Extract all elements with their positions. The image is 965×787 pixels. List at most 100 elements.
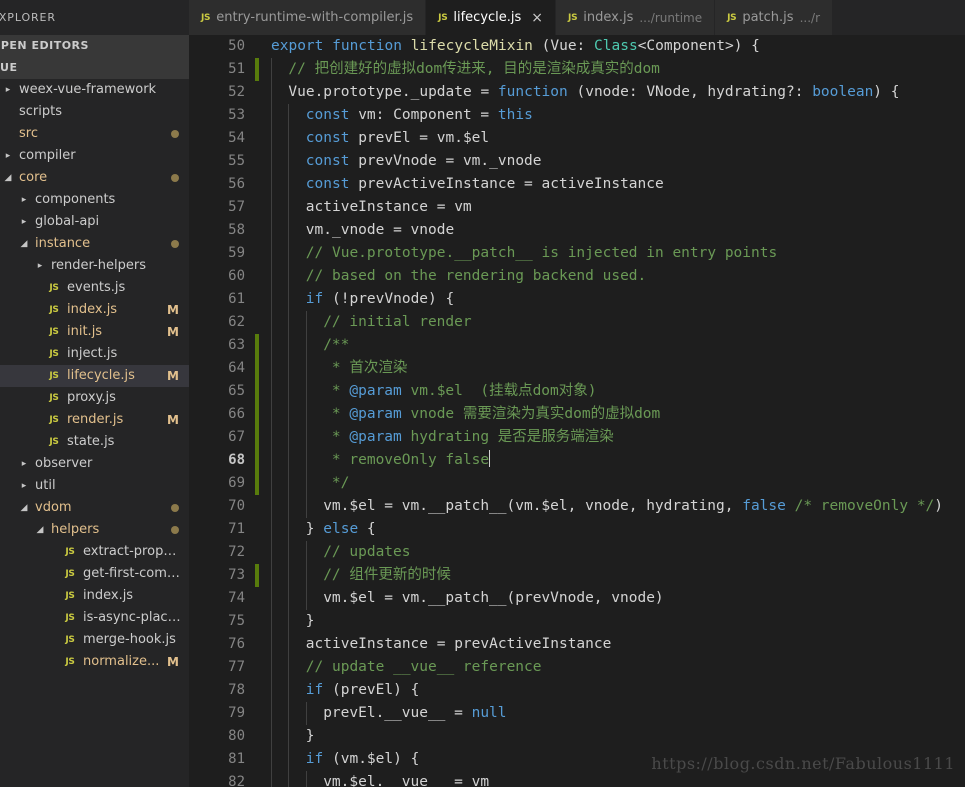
code-line[interactable]: * @param vnode 需要渲染为真实dom的虚拟dom	[271, 403, 965, 426]
token-cmt: */	[323, 475, 350, 491]
tree-item-index-js[interactable]: JS index.js	[0, 585, 189, 607]
tree-item-render-js[interactable]: JS render.js M	[0, 409, 189, 431]
tab-patch-js[interactable]: JS patch.js .../r	[715, 0, 833, 35]
code-line[interactable]: */	[271, 472, 965, 495]
tab-lifecycle-js[interactable]: JS lifecycle.js ×	[426, 0, 557, 35]
code-line[interactable]: activeInstance = vm	[271, 196, 965, 219]
tree-item-inject-js[interactable]: JS inject.js	[0, 343, 189, 365]
tree-item-components[interactable]: ▸ components	[0, 189, 189, 211]
indent-guide	[271, 173, 272, 196]
chevron-down-icon[interactable]: ◢	[18, 233, 30, 255]
code-line[interactable]: vm.$el.__vue__ = vm	[271, 771, 965, 787]
tree-item-extract-props-js[interactable]: JS extract-props.js	[0, 541, 189, 563]
code-line[interactable]: const prevEl = vm.$el	[271, 127, 965, 150]
code-line[interactable]: * 首次渲染	[271, 357, 965, 380]
tree-item-label: scripts	[19, 104, 62, 119]
indent-guide	[288, 173, 290, 196]
code-line[interactable]: export function lifecycleMixin (Vue: Cla…	[271, 35, 965, 58]
tree-item-instance[interactable]: ◢ instance	[0, 233, 189, 255]
section-open-editors[interactable]: OPEN EDITORS	[0, 35, 189, 57]
code-line[interactable]: vm.$el = vm.__patch__(vm.$el, vnode, hyd…	[271, 495, 965, 518]
code-line[interactable]: Vue.prototype._update = function (vnode:…	[271, 81, 965, 104]
code-line[interactable]: // Vue.prototype.__patch__ is injected i…	[271, 242, 965, 265]
code-line[interactable]: // update __vue__ reference	[271, 656, 965, 679]
chevron-right-icon[interactable]: ▸	[18, 211, 30, 233]
tree-item-src[interactable]: src	[0, 123, 189, 145]
chevron-right-icon[interactable]: ▸	[18, 475, 30, 497]
code-line[interactable]: // updates	[271, 541, 965, 564]
tab-label: index.js	[583, 10, 634, 25]
chevron-down-icon[interactable]: ◢	[34, 519, 46, 541]
tree-item-global-api[interactable]: ▸ global-api	[0, 211, 189, 233]
tree-item-label: merge-hook.js	[83, 632, 176, 647]
code-editor[interactable]: 50 51 52 53 54 55 56 57 58 59 60 61 62 63 64 65 66 67 68 69…	[189, 35, 965, 787]
code-line[interactable]: const prevActiveInstance = activeInstanc…	[271, 173, 965, 196]
code-line[interactable]: * @param vm.$el (挂载点dom对象)	[271, 380, 965, 403]
tree-item-init-js[interactable]: JS init.js M	[0, 321, 189, 343]
chevron-right-icon[interactable]: ▸	[2, 79, 14, 101]
tree-item-state-js[interactable]: JS state.js	[0, 431, 189, 453]
code-content[interactable]: export function lifecycleMixin (Vue: Cla…	[271, 35, 965, 787]
code-line[interactable]: // 组件更新的时候	[271, 564, 965, 587]
section-vue[interactable]: VUE	[0, 57, 189, 79]
tree-item-normalize-[interactable]: JS normalize... M	[0, 651, 189, 673]
indent-guide	[288, 771, 290, 787]
line-number: 74	[228, 590, 245, 606]
tree-item-compiler[interactable]: ▸ compiler	[0, 145, 189, 167]
tree-item-observer[interactable]: ▸ observer	[0, 453, 189, 475]
code-line[interactable]: } else {	[271, 518, 965, 541]
indent-guide	[288, 725, 290, 748]
tree-item-merge-hook-js[interactable]: JS merge-hook.js	[0, 629, 189, 651]
git-change-marker	[255, 403, 259, 426]
editor-area: JS entry-runtime-with-compiler.js JS lifecy…	[189, 0, 965, 787]
code-line[interactable]: if (vm.$el) {	[271, 748, 965, 771]
git-status-badge: M	[167, 303, 179, 317]
tree-item-events-js[interactable]: JS events.js	[0, 277, 189, 299]
chevron-right-icon[interactable]: ▸	[18, 453, 30, 475]
tab-index-js[interactable]: JS index.js .../runtime	[556, 0, 716, 35]
code-line[interactable]: const vm: Component = this	[271, 104, 965, 127]
token-plain: {	[366, 521, 376, 537]
line-number: 64	[189, 357, 271, 380]
code-line[interactable]: * removeOnly false	[271, 449, 965, 472]
line-number: 79	[228, 705, 245, 721]
tree-item-util[interactable]: ▸ util	[0, 475, 189, 497]
code-line[interactable]: // based on the rendering backend used.	[271, 265, 965, 288]
code-line[interactable]: vm._vnode = vnode	[271, 219, 965, 242]
chevron-right-icon[interactable]: ▸	[2, 145, 14, 167]
tree-item-vdom[interactable]: ◢ vdom	[0, 497, 189, 519]
tree-item-helpers[interactable]: ◢ helpers	[0, 519, 189, 541]
chevron-down-icon[interactable]: ◢	[18, 497, 30, 519]
code-line[interactable]: }	[271, 610, 965, 633]
code-line[interactable]: * @param hydrating 是否是服务端渲染	[271, 426, 965, 449]
token-cmt: hydrating 是否是服务端渲染	[410, 429, 614, 445]
tree-item-index-js[interactable]: JS index.js M	[0, 299, 189, 321]
tree-item-core[interactable]: ◢ core	[0, 167, 189, 189]
tab-entry-runtime-with-compiler-js[interactable]: JS entry-runtime-with-compiler.js	[189, 0, 427, 35]
editor-tabbar: JS entry-runtime-with-compiler.js JS lifecy…	[189, 0, 965, 35]
tree-item-is-async-place-[interactable]: JS is-async-place...	[0, 607, 189, 629]
tree-item-scripts[interactable]: scripts	[0, 101, 189, 123]
code-line[interactable]: if (!prevVnode) {	[271, 288, 965, 311]
js-file-icon: JS	[727, 12, 737, 23]
code-line[interactable]: }	[271, 725, 965, 748]
tree-item-render-helpers[interactable]: ▸ render-helpers	[0, 255, 189, 277]
code-line[interactable]: if (prevEl) {	[271, 679, 965, 702]
indent-guide	[271, 518, 272, 541]
code-line[interactable]: const prevVnode = vm._vnode	[271, 150, 965, 173]
code-line[interactable]: // 把创建好的虚拟dom传进来, 目的是渲染成真实的dom	[271, 58, 965, 81]
chevron-right-icon[interactable]: ▸	[34, 255, 46, 277]
code-line[interactable]: /**	[271, 334, 965, 357]
code-line[interactable]: activeInstance = prevActiveInstance	[271, 633, 965, 656]
tree-item-lifecycle-js[interactable]: JS lifecycle.js M	[0, 365, 189, 387]
chevron-right-icon[interactable]: ▸	[18, 189, 30, 211]
code-line[interactable]: vm.$el = vm.__patch__(prevVnode, vnode)	[271, 587, 965, 610]
chevron-down-icon[interactable]: ◢	[2, 167, 14, 189]
tree-item-proxy-js[interactable]: JS proxy.js	[0, 387, 189, 409]
tree-item-weex-vue-framework[interactable]: ▸ weex-vue-framework	[0, 79, 189, 101]
code-line[interactable]: prevEl.__vue__ = null	[271, 702, 965, 725]
code-line[interactable]: // initial render	[271, 311, 965, 334]
js-file-icon: JS	[65, 569, 75, 579]
close-icon[interactable]: ×	[531, 11, 543, 25]
tree-item-get-first-comp-[interactable]: JS get-first-comp...	[0, 563, 189, 585]
